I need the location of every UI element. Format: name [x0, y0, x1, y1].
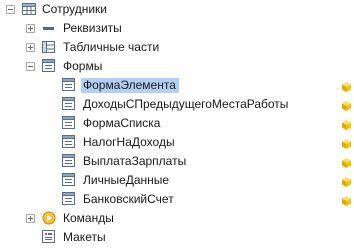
form-icon	[62, 116, 76, 130]
support-cube-icon	[342, 138, 351, 149]
tree-node-label: Сотрудники	[42, 2, 107, 16]
form-item-label: ФормаСписка	[83, 116, 161, 130]
form-item[interactable]: НалогНаДоходы	[0, 133, 354, 152]
form-item[interactable]: ФормаСписка	[0, 114, 354, 133]
form-item[interactable]: ЛичныеДанные	[0, 171, 354, 190]
form-item[interactable]: ВыплатаЗарплаты	[0, 152, 354, 171]
tree-node-tabular[interactable]: Табличные части	[0, 38, 354, 57]
expand-expander[interactable]	[26, 24, 35, 33]
form-icon	[62, 78, 76, 92]
form-item-label: ФормаЭлемента	[81, 78, 179, 93]
expand-expander[interactable]	[26, 214, 35, 223]
tree-node-label: Табличные части	[63, 40, 160, 54]
tree-node-label: Реквизиты	[63, 21, 122, 35]
form-icon	[62, 192, 76, 206]
form-item[interactable]: БанковскийСчет	[0, 190, 354, 209]
form-icon	[62, 173, 76, 187]
expand-expander[interactable]	[26, 43, 35, 52]
tree-node-label: Формы	[63, 59, 103, 73]
form-icon	[62, 135, 76, 149]
collapse-expander[interactable]	[26, 62, 35, 71]
layout-icon	[42, 230, 56, 244]
form-item-label: НалогНаДоходы	[83, 135, 175, 149]
collapse-expander[interactable]	[6, 5, 15, 14]
support-cube-icon	[342, 119, 351, 130]
support-cube-icon	[342, 195, 351, 206]
tree-node-forms[interactable]: Формы	[0, 57, 354, 76]
form-item[interactable]: ФормаЭлемента	[0, 76, 354, 95]
requisite-icon	[42, 21, 56, 35]
form-item-label: БанковскийСчет	[83, 192, 174, 206]
form-icon	[62, 154, 76, 168]
tree-node-layouts[interactable]: Макеты	[0, 228, 354, 247]
support-cube-icon	[342, 81, 351, 92]
command-icon	[42, 211, 56, 225]
form-folder-icon	[42, 59, 56, 73]
form-item-label: ВыплатаЗарплаты	[83, 154, 187, 168]
support-cube-icon	[342, 176, 351, 187]
form-item-label: ЛичныеДанные	[83, 173, 170, 187]
tree-node-root[interactable]: Сотрудники	[0, 0, 354, 19]
tree-node-commands[interactable]: Команды	[0, 209, 354, 228]
form-item[interactable]: ДоходыСПредыдущегоМестаРаботы	[0, 95, 354, 114]
form-icon	[62, 97, 76, 111]
support-cube-icon	[342, 100, 351, 111]
catalog-icon	[22, 2, 36, 16]
form-item-label: ДоходыСПредыдущегоМестаРаботы	[83, 97, 289, 111]
tree-node-requisites[interactable]: Реквизиты	[0, 19, 354, 38]
tree-node-label: Команды	[63, 211, 114, 225]
tree-node-label: Макеты	[63, 230, 106, 244]
table-icon	[42, 40, 56, 54]
support-cube-icon	[342, 157, 351, 168]
